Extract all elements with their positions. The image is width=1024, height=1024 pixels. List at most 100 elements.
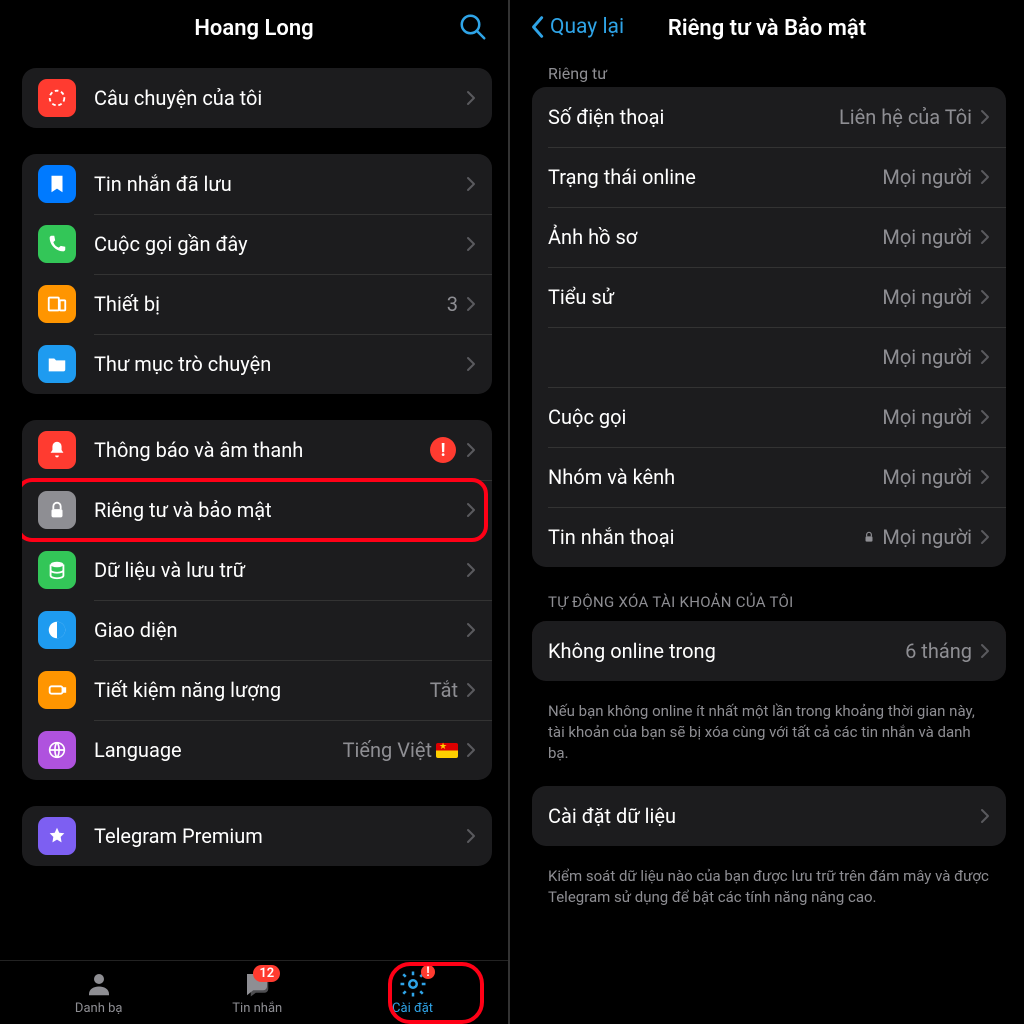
row-label: Thông báo và âm thanh bbox=[94, 438, 430, 462]
chevron-left-icon bbox=[530, 15, 544, 39]
chevron-right-icon bbox=[466, 296, 476, 312]
privacy-group: Số điện thoạiLiên hệ của TôiTrạng thái o… bbox=[532, 87, 1006, 567]
folder-icon bbox=[38, 345, 76, 383]
row-label: Giao diện bbox=[94, 618, 466, 642]
privacy-title: Riêng tư và Bảo mật bbox=[668, 16, 866, 41]
back-button[interactable]: Quay lại bbox=[530, 15, 624, 39]
settings-row-lock[interactable]: Riêng tư và bảo mật bbox=[22, 480, 492, 540]
data-settings-footer: Kiểm soát dữ liệu nào của bạn được lưu t… bbox=[532, 856, 1006, 908]
tab-alert-dot: ! bbox=[421, 965, 435, 979]
privacy-row[interactable]: Ảnh hồ sơMọi người bbox=[532, 207, 1006, 267]
appearance-icon bbox=[38, 611, 76, 649]
bell-icon bbox=[38, 431, 76, 469]
privacy-row[interactable]: Tiểu sửMọi người bbox=[532, 267, 1006, 327]
privacy-row[interactable]: Tin nhắn thoạiMọi người bbox=[532, 507, 1006, 567]
auto-delete-row[interactable]: Không online trong6 tháng bbox=[532, 621, 1006, 681]
row-label: Tin nhắn thoại bbox=[548, 525, 862, 549]
row-label: Tin nhắn đã lưu bbox=[94, 172, 466, 196]
auto-delete-header: TỰ ĐỘNG XÓA TÀI KHOẢN CỦA TÔI bbox=[532, 593, 1006, 621]
settings-list: Câu chuyện của tôi Tin nhắn đã lưu Cuộc gọ… bbox=[0, 56, 508, 960]
settings-row-appearance[interactable]: Giao diện bbox=[22, 600, 492, 660]
row-label: Số điện thoại bbox=[548, 105, 839, 129]
chevron-right-icon bbox=[980, 529, 990, 545]
chevron-right-icon bbox=[980, 409, 990, 425]
settings-group: Câu chuyện của tôi bbox=[22, 68, 492, 128]
row-value: Mọi người bbox=[882, 465, 972, 489]
settings-row-story[interactable]: Câu chuyện của tôi bbox=[22, 68, 492, 128]
alert-icon: ! bbox=[430, 437, 456, 463]
row-label: Thiết bị bbox=[94, 292, 447, 316]
row-label: Thư mục trò chuyện bbox=[94, 352, 466, 376]
chevron-right-icon bbox=[466, 356, 476, 372]
chevron-right-icon bbox=[466, 682, 476, 698]
chevron-right-icon bbox=[466, 742, 476, 758]
chevron-right-icon bbox=[466, 502, 476, 518]
chevron-right-icon bbox=[466, 562, 476, 578]
privacy-header: Quay lại Riêng tư và Bảo mật bbox=[510, 0, 1024, 56]
row-value: 6 tháng bbox=[905, 639, 972, 663]
data-settings-row[interactable]: Cài đặt dữ liệu bbox=[532, 786, 1006, 846]
tab-label: Tin nhắn bbox=[232, 1001, 282, 1016]
battery-icon bbox=[38, 671, 76, 709]
chevron-right-icon bbox=[980, 229, 990, 245]
chevron-right-icon bbox=[466, 236, 476, 252]
settings-header: Hoang Long bbox=[0, 0, 508, 56]
row-label: Cài đặt dữ liệu bbox=[548, 804, 980, 828]
row-value: Mọi người bbox=[862, 525, 972, 549]
row-label: Tiết kiệm năng lượng bbox=[94, 678, 430, 702]
story-icon bbox=[38, 79, 76, 117]
privacy-row[interactable]: Cuộc gọiMọi người bbox=[532, 387, 1006, 447]
settings-row-phone[interactable]: Cuộc gọi gần đây bbox=[22, 214, 492, 274]
devices-icon bbox=[38, 285, 76, 323]
settings-row-star[interactable]: Telegram Premium bbox=[22, 806, 492, 866]
lock-icon bbox=[862, 529, 876, 545]
settings-row-globe[interactable]: LanguageTiếng Việt bbox=[22, 720, 492, 780]
settings-row-data[interactable]: Dữ liệu và lưu trữ bbox=[22, 540, 492, 600]
phone-icon bbox=[38, 225, 76, 263]
row-label: Ảnh hồ sơ bbox=[548, 225, 882, 249]
row-label: Dữ liệu và lưu trữ bbox=[94, 558, 466, 582]
row-label: Telegram Premium bbox=[94, 824, 466, 848]
bookmark-icon bbox=[38, 165, 76, 203]
flag-icon bbox=[436, 743, 458, 758]
search-button[interactable] bbox=[458, 12, 488, 46]
row-value: Mọi người bbox=[882, 345, 972, 369]
settings-row-devices[interactable]: Thiết bị3 bbox=[22, 274, 492, 334]
settings-group: Thông báo và âm thanh! Riêng tư và bảo mậ… bbox=[22, 420, 492, 780]
row-label: Không online trong bbox=[548, 639, 905, 663]
tab-contacts[interactable]: Danh bạ bbox=[75, 969, 123, 1016]
row-value: 3 bbox=[447, 292, 458, 316]
settings-row-battery[interactable]: Tiết kiệm năng lượngTắt bbox=[22, 660, 492, 720]
privacy-row[interactable]: Số điện thoạiLiên hệ của Tôi bbox=[532, 87, 1006, 147]
chevron-right-icon bbox=[980, 109, 990, 125]
tab-settings[interactable]: Cài đặt! bbox=[392, 969, 433, 1016]
search-icon bbox=[458, 12, 488, 42]
privacy-row[interactable]: Nhóm và kênhMọi người bbox=[532, 447, 1006, 507]
tab-chats[interactable]: Tin nhắn12 bbox=[232, 969, 282, 1016]
row-label: Riêng tư và bảo mật bbox=[94, 498, 466, 522]
settings-group: Tin nhắn đã lưuCuộc gọi gần đâyThiết bị3… bbox=[22, 154, 492, 394]
settings-screen: Hoang Long Câu chuyện của tôi Tin nhắn đã… bbox=[0, 0, 510, 1024]
tab-label: Danh bạ bbox=[75, 1001, 123, 1016]
tab-badge: 12 bbox=[253, 965, 280, 982]
settings-group: Telegram Premium bbox=[22, 806, 492, 866]
settings-row-bookmark[interactable]: Tin nhắn đã lưu bbox=[22, 154, 492, 214]
tab-label: Cài đặt bbox=[392, 1001, 433, 1016]
privacy-section-mini: Riêng tư bbox=[532, 64, 1006, 83]
settings-row-bell[interactable]: Thông báo và âm thanh! bbox=[22, 420, 492, 480]
tab-bar: Danh bạTin nhắn12Cài đặt! bbox=[0, 960, 508, 1024]
privacy-row[interactable]: Trạng thái onlineMọi người bbox=[532, 147, 1006, 207]
profile-name: Hoang Long bbox=[194, 16, 313, 41]
row-value: Tắt bbox=[430, 678, 458, 702]
chevron-right-icon bbox=[466, 442, 476, 458]
row-value: Liên hệ của Tôi bbox=[839, 105, 972, 129]
row-label: Tiểu sử bbox=[548, 285, 882, 309]
row-value: Tiếng Việt bbox=[343, 738, 458, 762]
privacy-screen: Quay lại Riêng tư và Bảo mật Riêng tư Số … bbox=[510, 0, 1024, 1024]
row-value: Mọi người bbox=[882, 225, 972, 249]
chevron-right-icon bbox=[980, 469, 990, 485]
chevron-right-icon bbox=[466, 90, 476, 106]
data-settings-group: Cài đặt dữ liệu bbox=[532, 786, 1006, 846]
settings-row-folder[interactable]: Thư mục trò chuyện bbox=[22, 334, 492, 394]
privacy-row[interactable]: Mọi người bbox=[532, 327, 1006, 387]
